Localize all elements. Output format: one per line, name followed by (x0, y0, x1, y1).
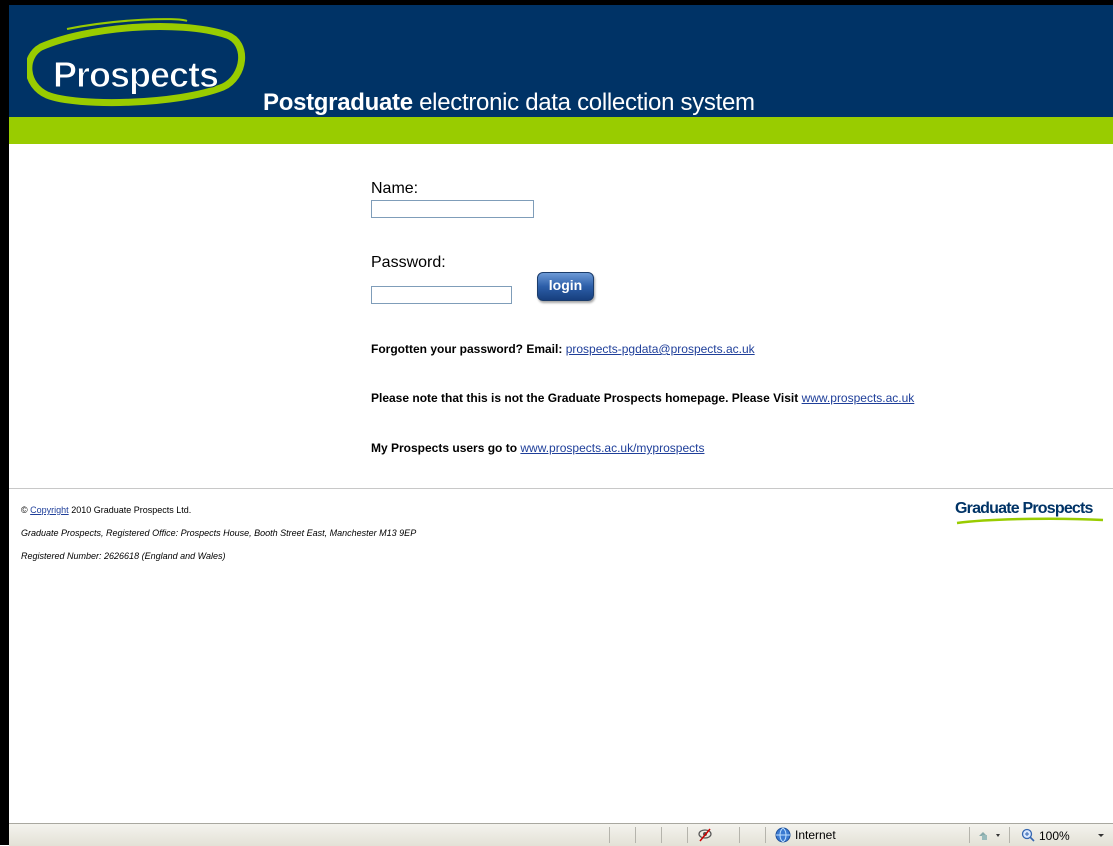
homepage-note-text: Please note that this is not the Graduat… (371, 391, 799, 405)
login-button[interactable]: login (537, 272, 594, 301)
copyright-link[interactable]: Copyright (30, 505, 69, 515)
zoom-icon[interactable] (1021, 828, 1035, 842)
status-separator (969, 827, 970, 843)
prospects-logo[interactable]: Prospects (27, 17, 247, 109)
browser-status-bar: Internet 100% (9, 823, 1113, 846)
status-separator (1009, 827, 1010, 843)
forgot-password-line: Forgotten your password? Email: prospect… (371, 342, 755, 356)
password-input[interactable] (371, 286, 512, 304)
registered-number: Registered Number: 2626618 (England and … (21, 551, 226, 561)
svg-text:Prospects: Prospects (53, 54, 218, 95)
zoom-level[interactable]: 100% (1039, 829, 1070, 843)
myprospects-line: My Prospects users go to www.prospects.a… (371, 441, 704, 455)
prospects-home-link[interactable]: www.prospects.ac.uk (802, 391, 915, 405)
site-title: Postgraduate electronic data collection … (263, 89, 755, 117)
copyright-line: © Copyright 2010 Graduate Prospects Ltd. (21, 505, 191, 515)
privacy-eye-icon[interactable] (697, 827, 713, 843)
support-email-link[interactable]: prospects-pgdata@prospects.ac.uk (566, 342, 755, 356)
security-zone-label: Internet (795, 828, 836, 842)
status-separator (687, 827, 688, 843)
footer-divider (9, 488, 1113, 489)
status-separator (661, 827, 662, 843)
copyright-symbol: © (21, 505, 28, 515)
name-label: Name: (371, 180, 419, 197)
site-title-bold: Postgraduate (263, 89, 413, 116)
site-header: Prospects Postgraduate electronic data c… (9, 5, 1113, 117)
homepage-note-line: Please note that this is not the Graduat… (371, 391, 914, 405)
myprospects-link[interactable]: www.prospects.ac.uk/myprospects (520, 441, 704, 455)
status-separator (739, 827, 740, 843)
green-accent-bar (9, 117, 1113, 144)
myprospects-text: My Prospects users go to (371, 441, 518, 455)
status-separator (609, 827, 610, 843)
logo-swoosh-icon (956, 517, 1104, 525)
site-title-rest: electronic data collection system (412, 89, 755, 116)
status-separator (635, 827, 636, 843)
name-input[interactable] (371, 200, 534, 218)
forgot-password-text: Forgotten your password? Email: (371, 342, 563, 356)
chevron-down-icon[interactable] (1097, 833, 1105, 838)
status-separator (765, 827, 766, 843)
password-label: Password: (371, 254, 446, 271)
globe-icon (775, 827, 791, 843)
registered-office: Graduate Prospects, Registered Office: P… (21, 528, 417, 538)
copyright-text: 2010 Graduate Prospects Ltd. (71, 505, 192, 515)
protected-mode-icon[interactable] (977, 829, 1003, 841)
graduate-prospects-logo[interactable]: Graduate Prospects (955, 500, 1093, 518)
